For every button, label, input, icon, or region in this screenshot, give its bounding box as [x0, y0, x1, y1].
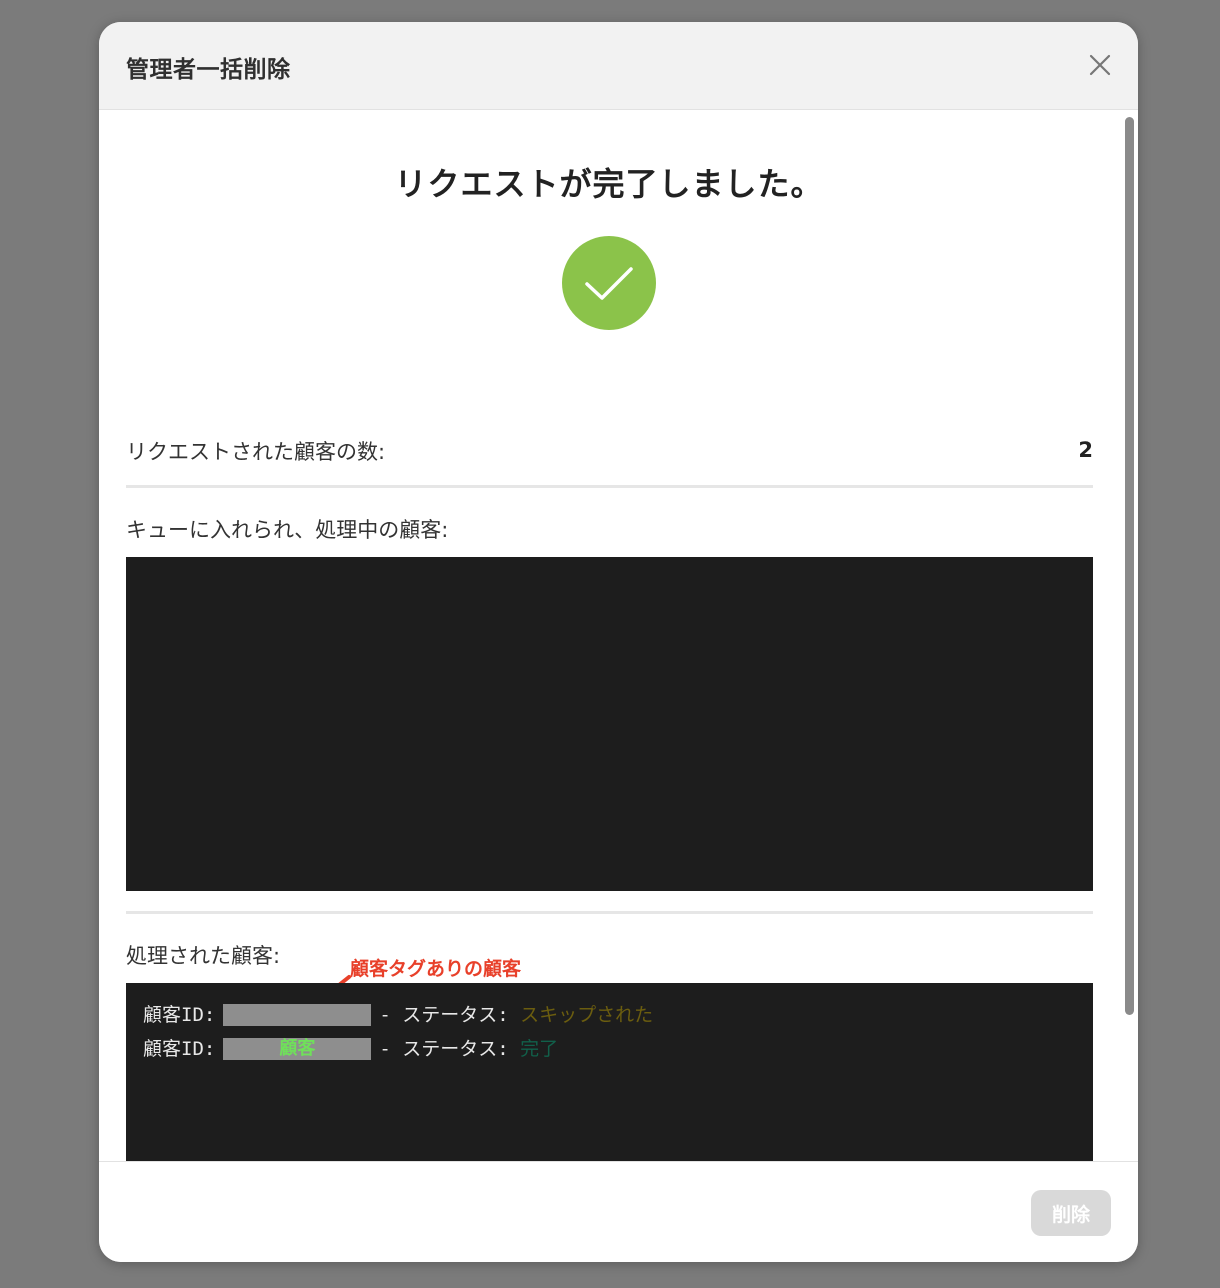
modal-header: 管理者一括削除	[99, 22, 1138, 110]
log-line: 顧客ID: 顧客 - ステータス: 完了	[143, 1037, 558, 1061]
divider	[126, 911, 1093, 914]
requested-count-value: 2	[1078, 438, 1093, 462]
delete-button[interactable]: 削除	[1031, 1190, 1111, 1236]
processed-log-panel: 顧客ID: - ステータス: スキップされた 顧客ID: 顧客 - ステータス: 完了	[126, 983, 1093, 1161]
redacted-customer-id: 顧客	[223, 1038, 372, 1060]
annotation-label: 顧客タグありの顧客	[350, 958, 522, 980]
divider	[126, 485, 1093, 488]
modal-footer: 削除	[99, 1161, 1138, 1262]
customer-id-label: 顧客ID:	[143, 1038, 216, 1060]
requested-count-label: リクエストされた顧客の数:	[126, 440, 386, 464]
success-check-icon	[562, 236, 656, 330]
modal-body: リクエストが完了しました。 リクエストされた顧客の数: 2 キューに入れられ、処…	[99, 111, 1138, 1161]
queued-log-panel	[126, 557, 1093, 891]
log-line: 顧客ID: - ステータス: スキップされた	[143, 1003, 653, 1027]
modal-title: 管理者一括削除	[126, 57, 291, 83]
status-value: スキップされた	[520, 1004, 654, 1026]
status-value: 完了	[520, 1038, 559, 1060]
processed-label: 処理された顧客:	[126, 944, 281, 968]
bulk-delete-modal: 管理者一括削除 リクエストが完了しました。 リクエストされた顧客の数: 2 キュ…	[99, 22, 1138, 1262]
status-separator: - ステータス:	[379, 1004, 509, 1026]
redacted-customer-id	[223, 1004, 372, 1026]
queued-label: キューに入れられ、処理中の顧客:	[126, 518, 449, 542]
result-title: リクエストが完了しました。	[394, 165, 824, 203]
scrollbar-thumb[interactable]	[1125, 117, 1134, 1015]
close-icon[interactable]	[1088, 53, 1112, 77]
status-separator: - ステータス:	[379, 1038, 509, 1060]
customer-id-label: 顧客ID:	[143, 1004, 216, 1026]
